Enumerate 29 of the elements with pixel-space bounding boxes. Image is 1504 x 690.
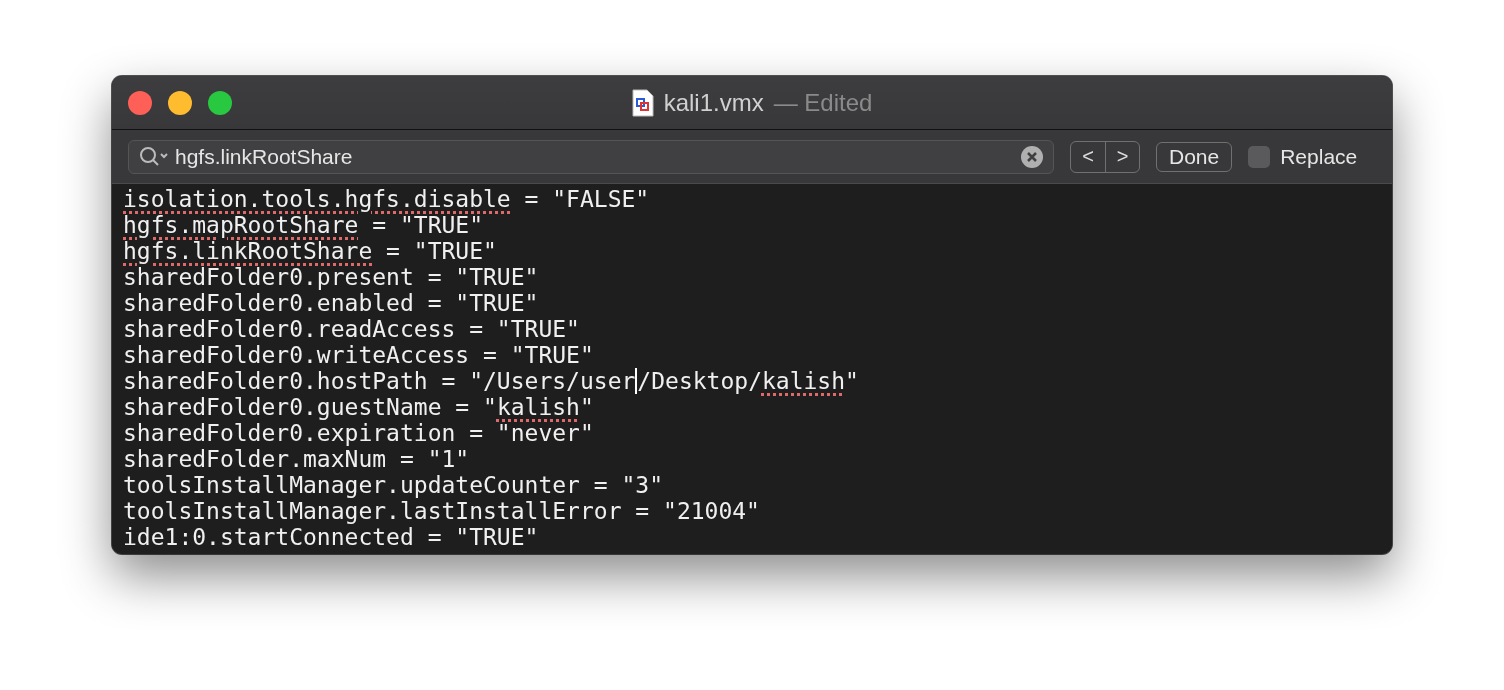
search-icon (139, 145, 169, 168)
code-line: isolation.tools.hgfs.disable = "FALSE" (123, 186, 651, 212)
replace-checkbox[interactable] (1248, 145, 1271, 168)
code-line: sharedFolder0.present = "TRUE" (123, 264, 540, 290)
text-area[interactable] (112, 184, 1392, 554)
window-title: kali1.vmx (663, 88, 764, 117)
edited-status: — Edited (773, 88, 873, 117)
code-line: sharedFolder0.writeAccess = "TRUE" (123, 342, 595, 368)
code-line: sharedFolder0.readAccess = "TRUE" (123, 316, 581, 342)
code-line: toolsInstallManager.updateCounter = "3" (123, 472, 665, 498)
code-line: toolsInstallManager.lastInstallError = "21004" (123, 498, 761, 524)
code-line: sharedFolder0.enabled = "TRUE" (123, 290, 540, 316)
code-line: sharedFolder.maxNum = "1" (123, 446, 471, 472)
find-field[interactable]: hgfs.linkRootShare (128, 139, 1054, 174)
next-button[interactable]: > (1105, 141, 1139, 172)
replace-label: Replace (1280, 144, 1358, 169)
code-line: hgfs.linkRootShare = "TRUE" (123, 238, 498, 264)
previous-button[interactable]: < (1071, 141, 1105, 172)
document-icon (631, 88, 654, 117)
code-line: ide1:0.startConnected = "TRUE" (123, 524, 540, 550)
code-line: sharedFolder0.hostPath = "/Users/user/Desktop/kalish" (123, 368, 860, 394)
zoom-button[interactable] (208, 90, 232, 115)
close-button[interactable] (128, 90, 152, 115)
done-button[interactable]: Done (1156, 141, 1233, 172)
minimize-button[interactable] (168, 90, 192, 115)
clear-icon[interactable] (1021, 145, 1043, 168)
code-line: sharedFolder0.guestName = "kalish" (123, 394, 595, 420)
code-line: sharedFolder0.expiration = "never" (123, 420, 595, 446)
code-line: hgfs.mapRootShare = "TRUE" (123, 212, 485, 238)
